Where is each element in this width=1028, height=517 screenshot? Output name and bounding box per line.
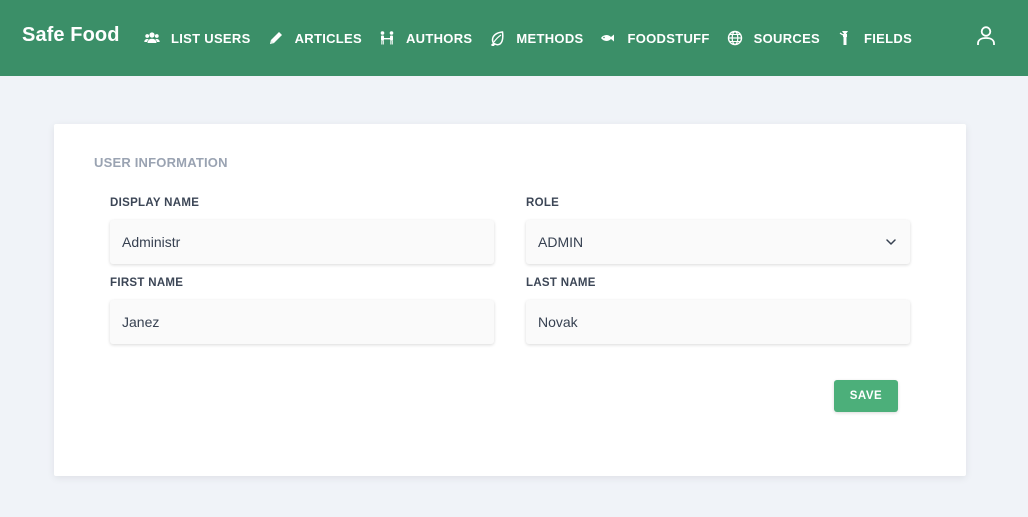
save-button[interactable]: SAVE [834,380,898,412]
nav-item-sources[interactable]: SOURCES [726,23,820,53]
nav-item-label: FIELDS [864,30,913,46]
top-navbar: Safe Food LIST USERS ARTICLES AUTHORS ME… [0,0,1028,76]
nav-item-label: LIST USERS [171,30,251,46]
nav-item-label: METHODS [516,30,584,46]
role-select[interactable]: ADMIN [526,220,910,264]
authors-icon [378,29,396,47]
nav-menu: LIST USERS ARTICLES AUTHORS METHODS FOOD… [143,0,928,76]
nav-item-label: SOURCES [753,30,821,46]
fish-icon [599,29,617,47]
first-name-field[interactable] [122,314,482,330]
user-icon [974,24,998,48]
fields-icon [836,29,854,47]
nav-item-authors[interactable]: AUTHORS [378,23,472,53]
first-name-label: FIRST NAME [110,277,184,289]
role-select-value: ADMIN [538,234,584,250]
brand-logo[interactable]: Safe Food [22,24,120,47]
first-name-field-box [110,300,494,344]
nav-item-methods[interactable]: METHODS [488,23,583,53]
nav-item-articles[interactable]: ARTICLES [267,23,362,53]
display-name-field-box [110,220,494,264]
nav-item-foodstuff[interactable]: FOODSTUFF [599,23,709,53]
last-name-label: LAST NAME [526,277,596,289]
nav-item-list-users[interactable]: LIST USERS [143,23,251,53]
user-account-button[interactable] [972,22,1000,50]
chevron-down-icon [884,235,898,249]
nav-item-label: AUTHORS [405,30,473,46]
nav-item-label: FOODSTUFF [627,30,710,46]
role-label: ROLE [526,197,560,209]
users-icon [143,29,161,47]
display-name-label: DISPLAY NAME [110,197,200,209]
pencil-icon [267,29,285,47]
last-name-field-box [526,300,910,344]
last-name-field[interactable] [538,314,898,330]
leaf-icon [488,29,506,47]
globe-icon [726,29,744,47]
section-title: USER INFORMATION [94,155,228,170]
user-information-card: USER INFORMATION DISPLAY NAME ROLE ADMIN… [54,124,966,476]
nav-item-label: ARTICLES [294,30,362,46]
display-name-field[interactable] [122,234,482,250]
nav-item-fields[interactable]: FIELDS [836,23,912,53]
